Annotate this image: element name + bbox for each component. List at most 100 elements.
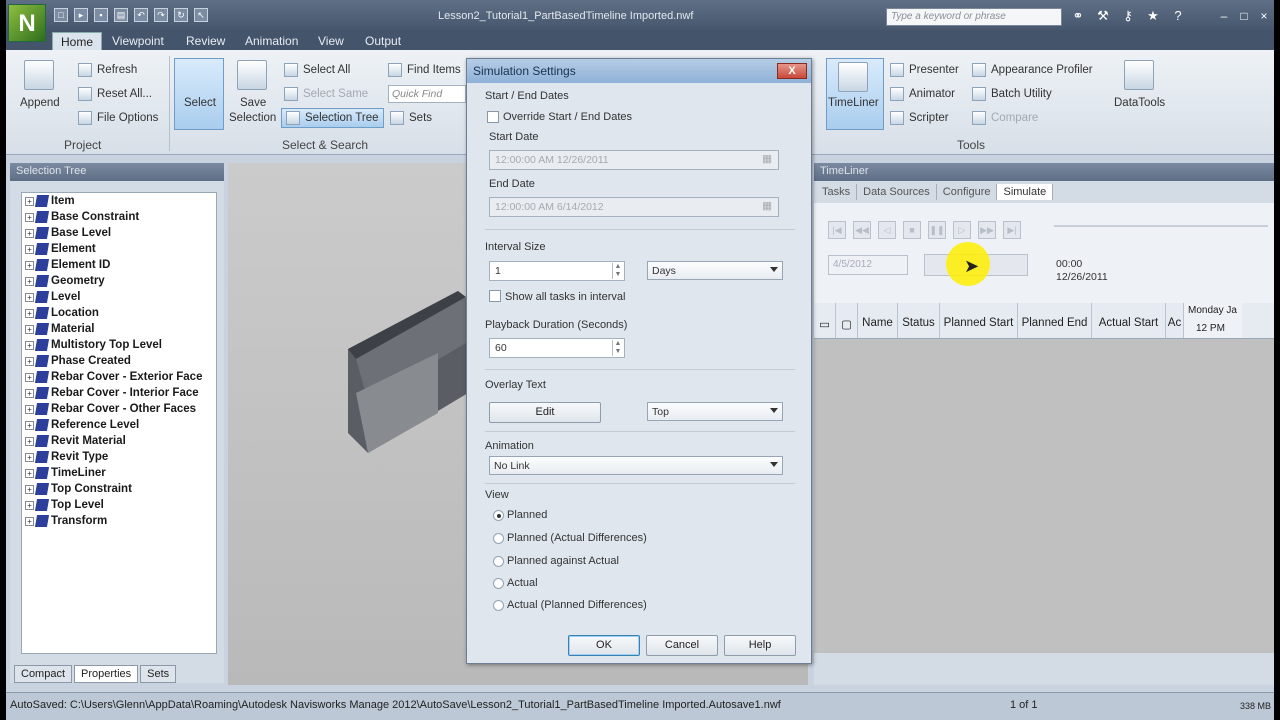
tree-item[interactable]: + TimeLiner: [22, 465, 216, 481]
tab-configure[interactable]: Configure: [937, 184, 998, 200]
radio-planned[interactable]: [493, 510, 504, 521]
save-icon[interactable]: ▪: [94, 8, 108, 22]
expand-icon[interactable]: +: [25, 436, 34, 446]
overlay-position-select[interactable]: Top: [647, 402, 783, 421]
save-label-2[interactable]: Selection: [229, 112, 276, 124]
tree-item[interactable]: + Top Constraint: [22, 481, 216, 497]
selection-tree-list[interactable]: + Item + Base Constraint + Base Level + Element…: [21, 192, 217, 654]
refresh-button[interactable]: Refresh: [78, 63, 137, 77]
undo-icon[interactable]: ↶: [134, 8, 148, 22]
print-icon[interactable]: ▤: [114, 8, 128, 22]
tab-review[interactable]: Review: [178, 32, 233, 50]
tree-item[interactable]: + Rebar Cover - Interior Face: [22, 385, 216, 401]
reverse-play-icon[interactable]: ◁: [878, 221, 896, 239]
simulation-slider[interactable]: [1054, 225, 1268, 227]
quick-find-input[interactable]: Quick Find: [388, 85, 466, 103]
view-option-actual[interactable]: Actual: [507, 577, 538, 589]
tab-output[interactable]: Output: [357, 32, 409, 50]
selection-tree-button[interactable]: Selection Tree: [281, 108, 384, 128]
tree-item[interactable]: + Reference Level: [22, 417, 216, 433]
interval-spinner[interactable]: ▲ ▼: [612, 263, 623, 279]
animation-select[interactable]: No Link: [489, 456, 783, 475]
fast-forward-icon[interactable]: ▶|: [1003, 221, 1021, 239]
reset-all-button[interactable]: Reset All...: [78, 87, 152, 101]
tree-item[interactable]: + Location: [22, 305, 216, 321]
tree-item[interactable]: + Transform: [22, 513, 216, 529]
tab-sets[interactable]: Sets: [140, 665, 177, 683]
tree-item[interactable]: + Geometry: [22, 273, 216, 289]
help-search-input[interactable]: Type a keyword or phrase: [886, 8, 1062, 26]
cancel-button[interactable]: Cancel: [646, 635, 718, 656]
new-icon[interactable]: □: [54, 8, 68, 22]
binoculars-icon[interactable]: ⚭: [1070, 8, 1086, 24]
interval-size-input[interactable]: 1 ▲ ▼: [489, 261, 625, 281]
expand-icon[interactable]: +: [25, 260, 34, 270]
start-date-field[interactable]: 12:00:00 AM 12/26/2011 ▦: [489, 150, 779, 170]
tree-item[interactable]: + Base Constraint: [22, 209, 216, 225]
help-icon[interactable]: ?: [1170, 8, 1186, 24]
file-options-button[interactable]: File Options: [78, 111, 158, 125]
tree-item[interactable]: + Rebar Cover - Other Faces: [22, 401, 216, 417]
help-button[interactable]: Help: [724, 635, 796, 656]
animator-button[interactable]: Animator: [890, 87, 955, 101]
appearance-profiler-button[interactable]: Appearance Profiler: [972, 63, 1093, 77]
wrench-icon[interactable]: ⚒: [1095, 8, 1111, 24]
end-date-field[interactable]: 12:00:00 AM 6/14/2012 ▦: [489, 197, 779, 217]
show-all-tasks-checkbox[interactable]: [489, 290, 501, 302]
expand-icon[interactable]: +: [25, 420, 34, 430]
star-icon[interactable]: ★: [1145, 8, 1161, 24]
view-option-planned[interactable]: Planned: [507, 509, 547, 521]
expand-icon[interactable]: +: [25, 324, 34, 334]
view-option-planned-against-actual[interactable]: Planned against Actual: [507, 555, 619, 567]
col-status[interactable]: Status: [898, 303, 940, 338]
override-dates-checkbox[interactable]: [487, 111, 499, 123]
expand-icon[interactable]: +: [25, 196, 34, 206]
project-group-label[interactable]: Project: [64, 138, 101, 152]
find-items-button[interactable]: Find Items: [388, 63, 461, 77]
tree-item[interactable]: + Revit Material: [22, 433, 216, 449]
select-cursor-icon[interactable]: ↖: [194, 8, 208, 22]
step-back-icon[interactable]: ◀◀: [853, 221, 871, 239]
tab-home[interactable]: Home: [52, 32, 103, 50]
tree-item[interactable]: + Element ID: [22, 257, 216, 273]
tab-simulate[interactable]: Simulate: [997, 184, 1054, 200]
expand-icon[interactable]: +: [25, 356, 34, 366]
expand-icon[interactable]: +: [25, 244, 34, 254]
expand-icon[interactable]: +: [25, 292, 34, 302]
radio-planned-against-actual[interactable]: [493, 556, 504, 567]
col-planned-start[interactable]: Planned Start: [940, 303, 1018, 338]
select-same-button[interactable]: Select Same: [284, 87, 368, 101]
tab-data-sources[interactable]: Data Sources: [857, 184, 937, 200]
expand-icon[interactable]: +: [25, 212, 34, 222]
tab-view[interactable]: View: [310, 32, 352, 50]
append-button[interactable]: Append: [20, 97, 60, 109]
stop-icon[interactable]: ■: [903, 221, 921, 239]
select-search-group-label[interactable]: Select & Search: [282, 138, 368, 152]
tree-item[interactable]: + Element: [22, 241, 216, 257]
task-grid[interactable]: [814, 339, 1274, 653]
save-label-1[interactable]: Save: [240, 97, 266, 109]
tab-viewpoint[interactable]: Viewpoint: [104, 32, 172, 50]
tab-animation[interactable]: Animation: [237, 32, 306, 50]
expand-icon[interactable]: +: [25, 308, 34, 318]
play-icon[interactable]: ▷: [953, 221, 971, 239]
edit-overlay-button[interactable]: Edit: [489, 402, 601, 423]
compare-button[interactable]: Compare: [972, 111, 1038, 125]
col-actual-start[interactable]: Actual Start: [1092, 303, 1166, 338]
calendar-icon[interactable]: ▦: [762, 153, 772, 165]
expand-icon[interactable]: +: [25, 484, 34, 494]
tab-compact[interactable]: Compact: [14, 665, 73, 683]
redo-icon[interactable]: ↷: [154, 8, 168, 22]
rewind-icon[interactable]: |◀: [828, 221, 846, 239]
select-button[interactable]: [174, 58, 224, 130]
pause-icon[interactable]: ❚❚: [928, 221, 946, 239]
tree-item[interactable]: + Item: [22, 193, 216, 209]
close-window-button[interactable]: ×: [1254, 8, 1274, 24]
tree-item[interactable]: + Level: [22, 289, 216, 305]
app-logo[interactable]: N: [8, 4, 46, 42]
step-forward-icon[interactable]: ▶▶: [978, 221, 996, 239]
refresh-icon[interactable]: ↻: [174, 8, 188, 22]
expand-icon[interactable]: +: [25, 340, 34, 350]
tree-item[interactable]: + Material: [22, 321, 216, 337]
tree-item[interactable]: + Revit Type: [22, 449, 216, 465]
